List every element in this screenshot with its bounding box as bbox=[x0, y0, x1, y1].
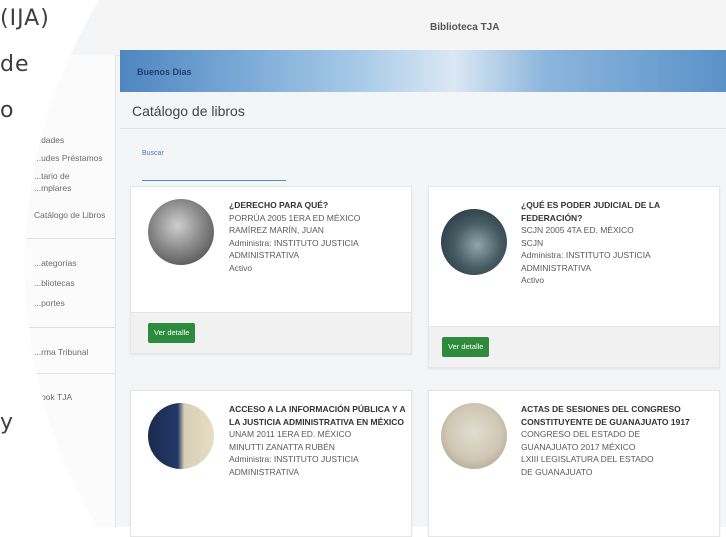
sidebar-item-label: ...portes bbox=[34, 298, 65, 308]
search-label: Buscar bbox=[142, 150, 164, 157]
sidebar-divider bbox=[25, 373, 115, 374]
book-publisher: UNAM 2011 1ERA ED. MÉXICO bbox=[229, 429, 352, 439]
book-publisher: SCJN 2005 4TA ED. MÉXICO bbox=[521, 225, 634, 235]
book-title: ¿DERECHO PARA QUÉ? bbox=[229, 200, 329, 210]
sidebar-item-label: ...ook TJA bbox=[34, 392, 73, 402]
sidebar-item-label: ...bliotecas bbox=[34, 278, 75, 288]
sidebar-divider bbox=[25, 238, 115, 239]
book-info: ACTAS DE SESIONES DEL CONGRESO CONSTITUY… bbox=[521, 403, 713, 478]
book-cover-image bbox=[148, 403, 214, 469]
book-card: ACTAS DE SESIONES DEL CONGRESO CONSTITUY… bbox=[428, 390, 720, 537]
book-info: ¿QUÉ ES PODER JUDICIAL DE LA FEDERACIÓN?… bbox=[521, 199, 711, 287]
sidebar-item-label: ...mplares bbox=[34, 183, 72, 193]
book-title: ¿QUÉ ES PODER JUDICIAL DE LA FEDERACIÓN? bbox=[521, 200, 660, 223]
view-detail-button[interactable]: Ver detalle bbox=[148, 323, 196, 343]
book-publisher: CONGRESO DEL ESTADO DE bbox=[521, 429, 641, 439]
backdrop-text-2: de bbox=[0, 52, 30, 77]
book-info: ACCESO A LA INFORMACIÓN PÚBLICA Y A LA J… bbox=[229, 403, 407, 478]
sidebar-item-label: ...udes Préstamos bbox=[34, 153, 103, 163]
book-info: ¿DERECHO PARA QUÉ? PORRÚA 2005 1ERA ED M… bbox=[229, 199, 404, 274]
book-author: RAMÍREZ MARÍN, JUAN bbox=[229, 225, 324, 235]
book-author: MINUTTI ZANATTA RUBÉN bbox=[229, 441, 335, 452]
sidebar-item-label: ...ategorías bbox=[34, 258, 77, 268]
card-footer: Ver detalle bbox=[429, 326, 719, 367]
sidebar-divider bbox=[25, 327, 115, 328]
book-author: SCJN bbox=[521, 237, 544, 248]
greeting-banner: Buenos Días bbox=[120, 50, 726, 92]
book-cover-image bbox=[148, 199, 214, 265]
app-brand: Biblioteca TJA bbox=[430, 22, 500, 33]
page-title: Catálogo de libros bbox=[132, 103, 245, 119]
search-input[interactable] bbox=[142, 160, 286, 181]
book-publisher: PORRÚA 2005 1ERA ED MÉXICO bbox=[229, 212, 361, 223]
book-admin: Administra: INSTITUTO JUSTICIA bbox=[229, 454, 359, 464]
book-card: ACCESO A LA INFORMACIÓN PÚBLICA Y A LA J… bbox=[130, 390, 412, 537]
book-status: Activo bbox=[229, 262, 253, 273]
book-title: ACTAS DE SESIONES DEL CONGRESO CONSTITUY… bbox=[521, 404, 690, 427]
top-bar: Biblioteca TJA bbox=[100, 0, 726, 56]
book-admin-2: ADMINISTRATIVA bbox=[229, 250, 300, 260]
book-admin-2: DE GUANAJUATO bbox=[521, 466, 593, 477]
book-admin: Administra: INSTITUTO JUSTICIA bbox=[229, 237, 359, 248]
book-title: ACCESO A LA INFORMACIÓN PÚBLICA Y A LA J… bbox=[229, 404, 406, 427]
view-detail-button[interactable]: Ver detalle bbox=[442, 337, 490, 357]
book-card: ¿DERECHO PARA QUÉ? PORRÚA 2005 1ERA ED M… bbox=[130, 186, 412, 354]
book-card: ¿QUÉ ES PODER JUDICIAL DE LA FEDERACIÓN?… bbox=[428, 186, 720, 368]
book-admin: Administra: INSTITUTO JUSTICIA bbox=[521, 250, 651, 260]
sidebar-item-label: ...dades bbox=[34, 135, 65, 145]
book-admin-2: ADMINISTRATIVA bbox=[229, 466, 300, 477]
book-admin: LXIII LEGISLATURA DEL ESTADO bbox=[521, 454, 654, 464]
book-status: Activo bbox=[521, 275, 545, 285]
sidebar: ...dades ...udes Préstamos ...tario de .… bbox=[25, 55, 116, 527]
book-author: GUANAJUATO 2017 MÉXICO bbox=[521, 441, 636, 452]
book-cover-image bbox=[441, 403, 507, 469]
card-footer: Ver detalle bbox=[131, 312, 411, 353]
sidebar-item-label: Catálogo de Libros bbox=[34, 210, 106, 220]
app-screenshot: Biblioteca TJA ...dades ...udes Préstamo… bbox=[25, 0, 726, 537]
backdrop-text-3: o bbox=[0, 98, 15, 123]
backdrop-text-1: (IJA) bbox=[0, 6, 50, 31]
title-divider bbox=[120, 128, 726, 129]
backdrop-text-4: y bbox=[0, 410, 15, 435]
greeting-text: Buenos Días bbox=[137, 67, 192, 77]
sidebar-item-label: ...rma Tribunal bbox=[34, 347, 89, 357]
book-admin-2: ADMINISTRATIVA bbox=[521, 262, 592, 273]
sidebar-item-label: ...tario de bbox=[34, 171, 70, 181]
book-cover-image bbox=[441, 209, 507, 275]
